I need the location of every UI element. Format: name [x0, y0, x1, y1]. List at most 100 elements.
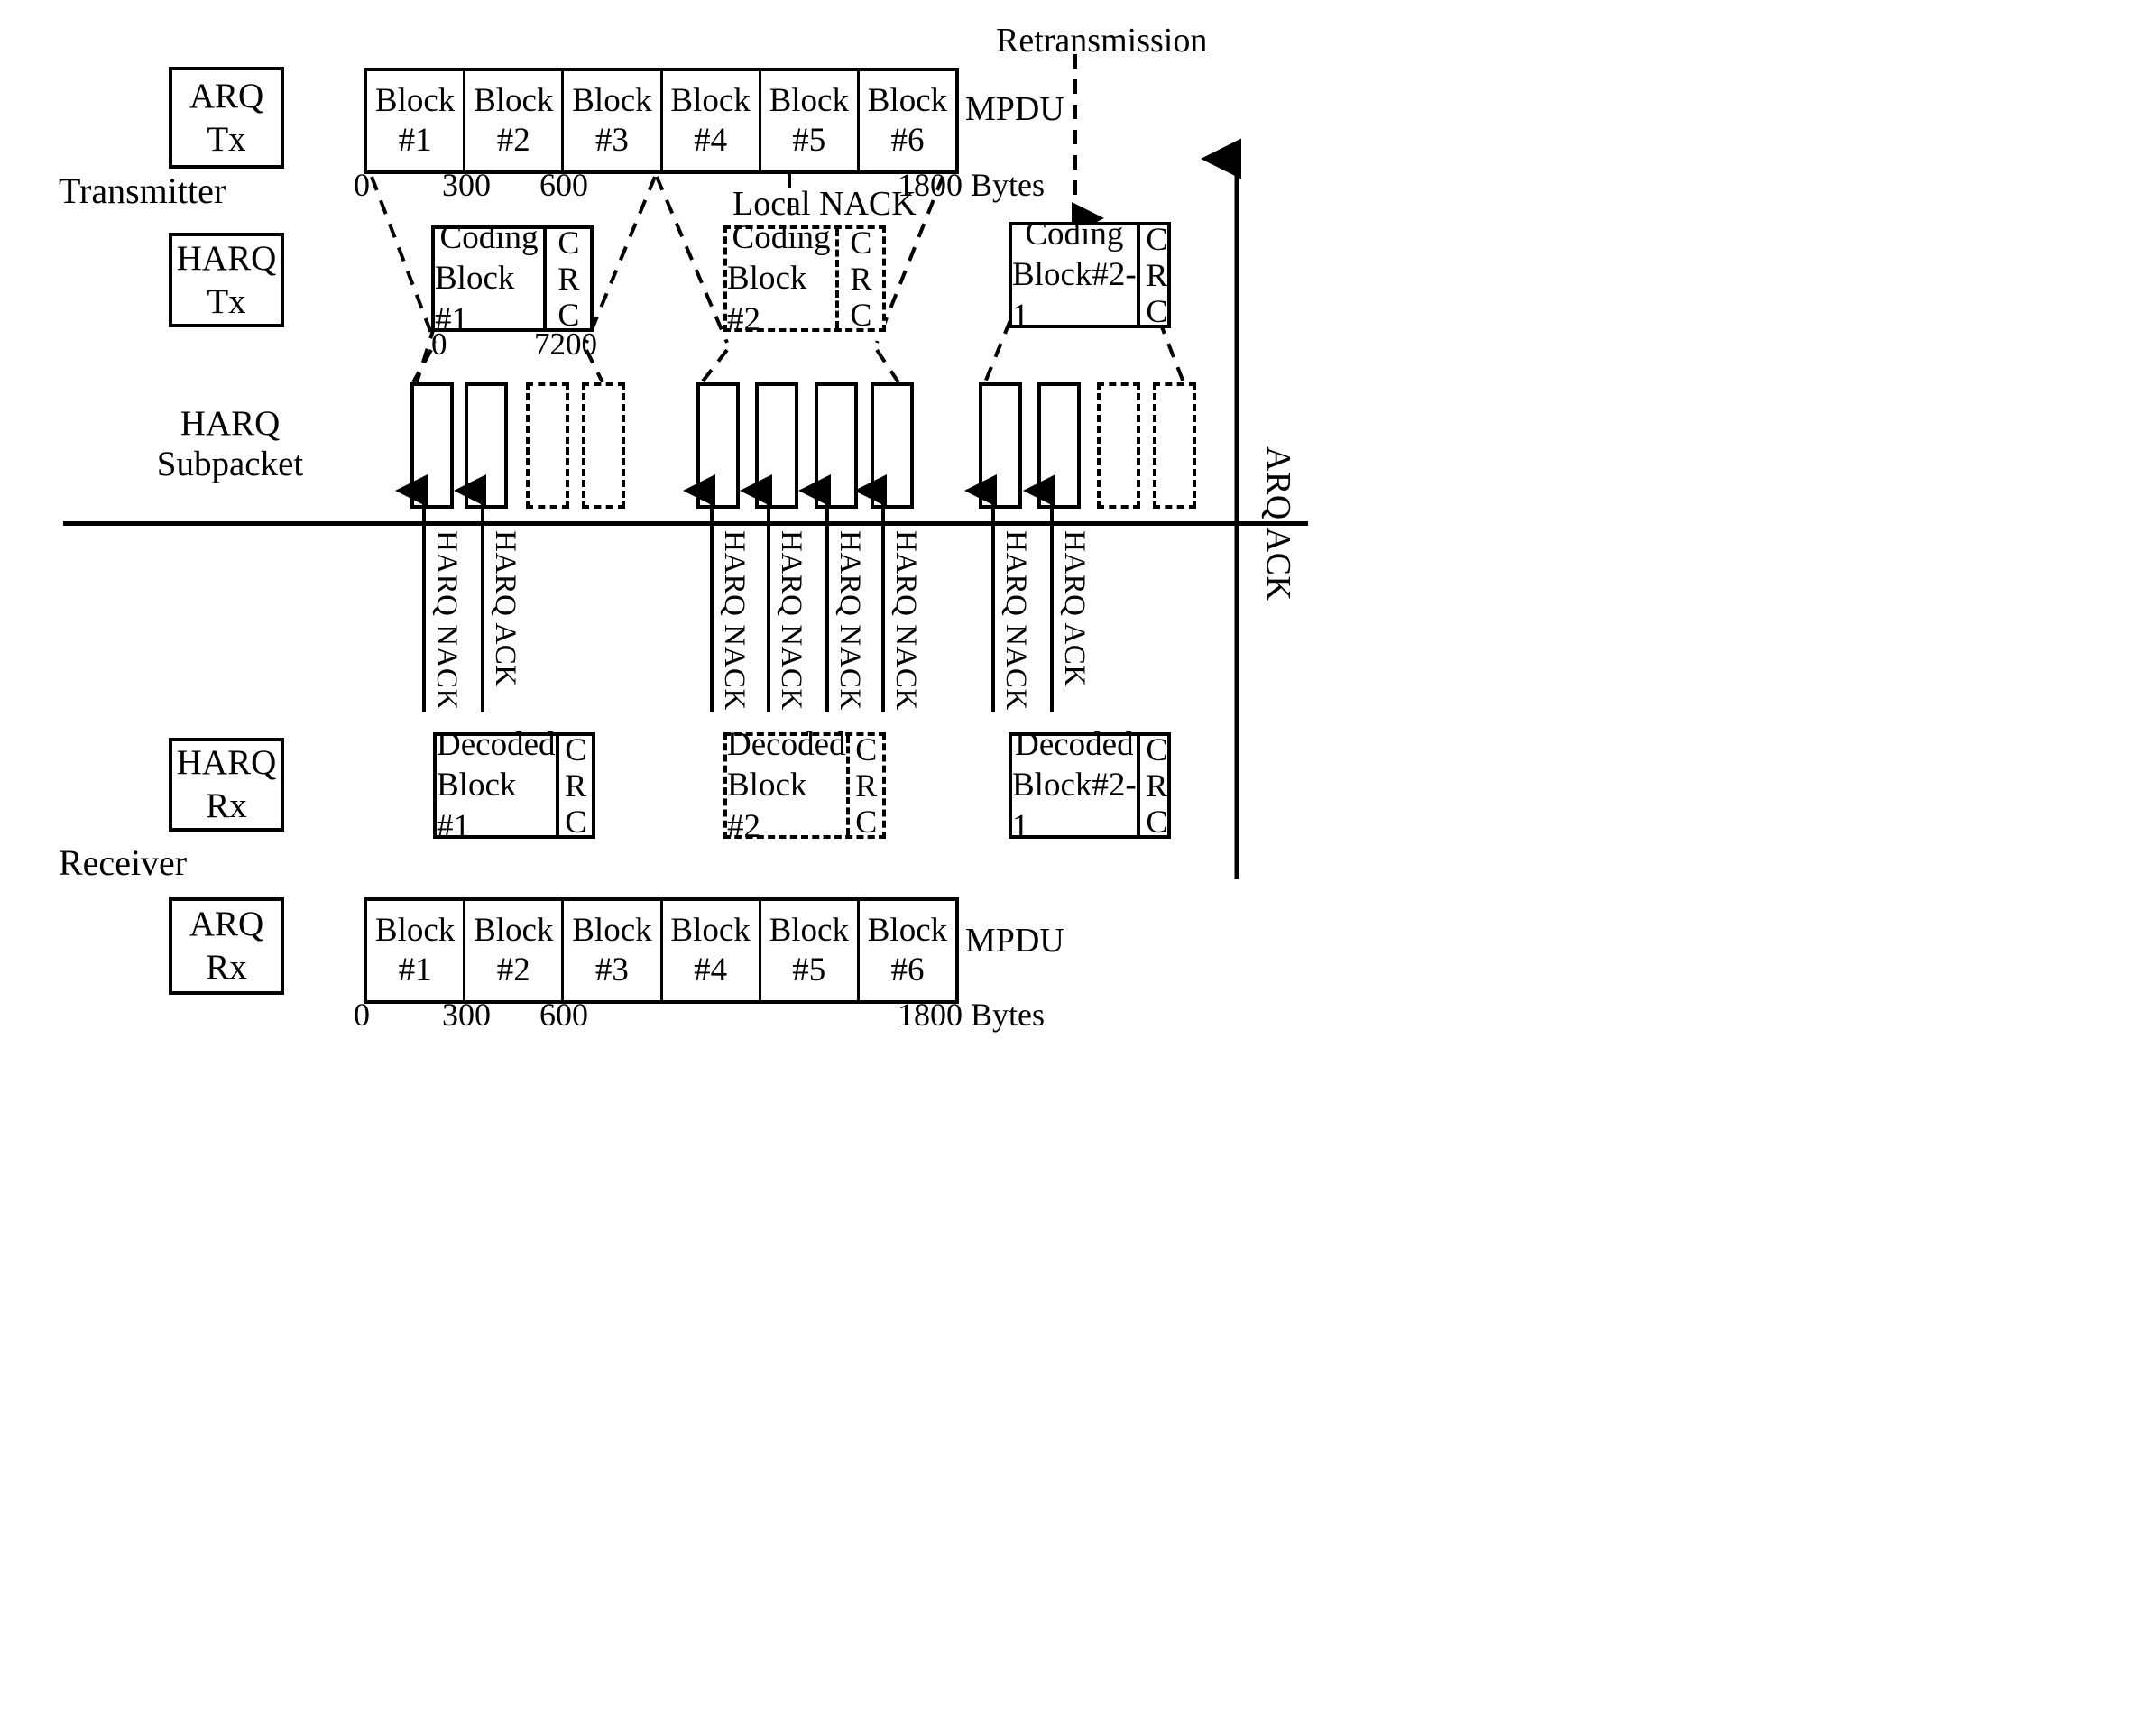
decoded-block-line2: Block #1: [437, 767, 517, 845]
feedback-label-7: HARQ NACK: [1000, 530, 1032, 711]
role-box-line1: HARQ: [176, 238, 277, 278]
mpdu-rx-block: Block #1: [367, 901, 466, 1000]
crc-field: CRC: [1138, 731, 1175, 840]
coding-block-line2: Block #1: [435, 260, 515, 338]
harq-subpacket: [815, 382, 858, 509]
decoded-block-2: Decoded Block #2 CRC: [723, 726, 886, 845]
block-line1: Block: [474, 911, 554, 949]
coding-block-line1: Coding: [732, 219, 831, 257]
block-line2: #5: [792, 951, 826, 988]
mpdu-tx-scale-300: 300: [442, 167, 491, 203]
crc-field: CRC: [848, 731, 885, 840]
block-line1: Block: [474, 81, 554, 119]
coding-block-1-scale-left: 0: [431, 326, 447, 362]
block-line2: #5: [792, 122, 826, 159]
harq-subpacket: [755, 382, 798, 509]
mpdu-rx-scale-1800: 1800 Bytes: [898, 997, 1046, 1033]
block-line1: Block: [670, 911, 751, 949]
crc-field: CRC: [550, 225, 587, 333]
mpdu-tx-block: Block #5: [761, 71, 860, 170]
coding-block-line2: Block#2-1: [1012, 256, 1137, 335]
mpdu-tx-label: MPDU: [965, 90, 1064, 128]
block-line2: #1: [398, 951, 432, 988]
harq-subpacket: [871, 382, 914, 509]
harq-subpacket: [410, 382, 454, 509]
mpdu-rx-block: Block #2: [465, 901, 565, 1000]
mpdu-rx-row: Block #1 Block #2 Block #3 Block #4 Bloc…: [364, 897, 959, 1004]
transmitter-label: Transmitter: [59, 170, 226, 211]
feedback-label-3: HARQ NACK: [718, 530, 751, 711]
block-line1: Block: [374, 911, 456, 949]
mpdu-tx-block: Block #3: [564, 71, 663, 170]
block-line1: Block: [572, 911, 652, 949]
mpdu-rx-label: MPDU: [965, 922, 1064, 960]
coding-block-2-1: Coding Block#2-1 CRC: [1009, 216, 1175, 335]
decoded-block-line1: Decoded: [1015, 726, 1134, 764]
harq-subpacket: [1037, 382, 1081, 509]
coding-block-1-scale-right: 7200: [534, 326, 597, 362]
mpdu-tx-block: Block #4: [663, 71, 761, 170]
mpdu-tx-block: Block #1: [367, 71, 466, 170]
coding-block-2: Coding Block #2 CRC: [723, 219, 886, 338]
harq-subpacket: [696, 382, 740, 509]
decoded-block-line1: Decoded: [727, 726, 846, 764]
role-box-arq-tx: ARQ Tx: [169, 67, 284, 169]
role-box-line1: ARQ: [189, 905, 264, 944]
feedback-label-1: HARQ NACK: [430, 530, 463, 711]
harq-subpacket: [979, 382, 1022, 509]
mpdu-tx-scale-600: 600: [539, 167, 588, 203]
receiver-label: Receiver: [59, 842, 188, 883]
harq-subpacket: [582, 382, 625, 509]
role-box-line2: Tx: [207, 281, 246, 321]
air-interface-line: [63, 521, 1308, 526]
diagram-canvas: Transmitter Receiver ARQ Tx HARQ Tx HARQ…: [0, 0, 2156, 1719]
block-line2: #1: [398, 122, 432, 159]
mpdu-rx-scale-600: 600: [539, 997, 588, 1033]
block-line1: Block: [670, 81, 751, 119]
harq-subpacket: [465, 382, 508, 509]
role-box-line2: Rx: [206, 786, 247, 825]
mpdu-tx-scale-1800: 1800 Bytes: [898, 167, 1046, 203]
decoded-block-line1: Decoded: [437, 726, 556, 764]
coding-block-body: Coding Block #2: [727, 219, 835, 337]
mpdu-rx-block: Block #6: [860, 901, 955, 1000]
mpdu-rx-scale-300: 300: [442, 997, 491, 1033]
block-line2: #3: [594, 951, 629, 988]
role-box-line2: Rx: [206, 948, 247, 987]
role-box-line2: Tx: [207, 119, 246, 159]
decoded-block-1: Decoded Block #1 CRC: [433, 726, 595, 845]
crc-field: CRC: [557, 731, 594, 840]
block-line2: #4: [694, 951, 728, 988]
feedback-label-6: HARQ NACK: [889, 530, 922, 711]
coding-block-line1: Coding: [439, 219, 539, 257]
coding-block-line2: Block #2: [727, 260, 807, 338]
coding-block-1: Coding Block #1 CRC: [431, 219, 594, 338]
mpdu-rx-block: Block #4: [663, 901, 761, 1000]
role-box-line1: ARQ: [189, 76, 264, 115]
block-line2: #6: [890, 122, 925, 159]
mpdu-tx-row: Block #1 Block #2 Block #3 Block #4 Bloc…: [364, 68, 959, 174]
block-line1: Block: [572, 81, 652, 119]
mpdu-tx-block: Block #6: [860, 71, 955, 170]
block-line2: #2: [496, 122, 530, 159]
role-label-harq-subpacket: HARQ Subpacket: [126, 395, 334, 494]
block-line1: Block: [374, 81, 456, 119]
block-line2: #2: [496, 951, 530, 988]
coding-block-body: Coding Block#2-1: [1012, 216, 1137, 334]
coding-block-line1: Coding: [1025, 216, 1124, 253]
block-line1: Block: [867, 81, 948, 119]
block-line2: #3: [594, 122, 629, 159]
block-line1: Block: [769, 911, 849, 949]
role-box-arq-rx: ARQ Rx: [169, 897, 284, 995]
feedback-label-5: HARQ NACK: [834, 530, 866, 711]
crc-field: CRC: [1138, 221, 1175, 329]
decoded-block-body: Decoded Block #1: [437, 726, 556, 844]
mpdu-tx-scale-0: 0: [354, 167, 370, 203]
decoded-block-2-1: Decoded Block#2-1 CRC: [1009, 726, 1175, 845]
mpdu-rx-block: Block #3: [564, 901, 663, 1000]
harq-subpacket: [1153, 382, 1196, 509]
role-box-line1: HARQ: [176, 743, 277, 783]
mpdu-tx-block: Block #2: [465, 71, 565, 170]
retransmission-label: Retransmission: [996, 22, 1208, 60]
coding-block-body: Coding Block #1: [435, 219, 543, 337]
